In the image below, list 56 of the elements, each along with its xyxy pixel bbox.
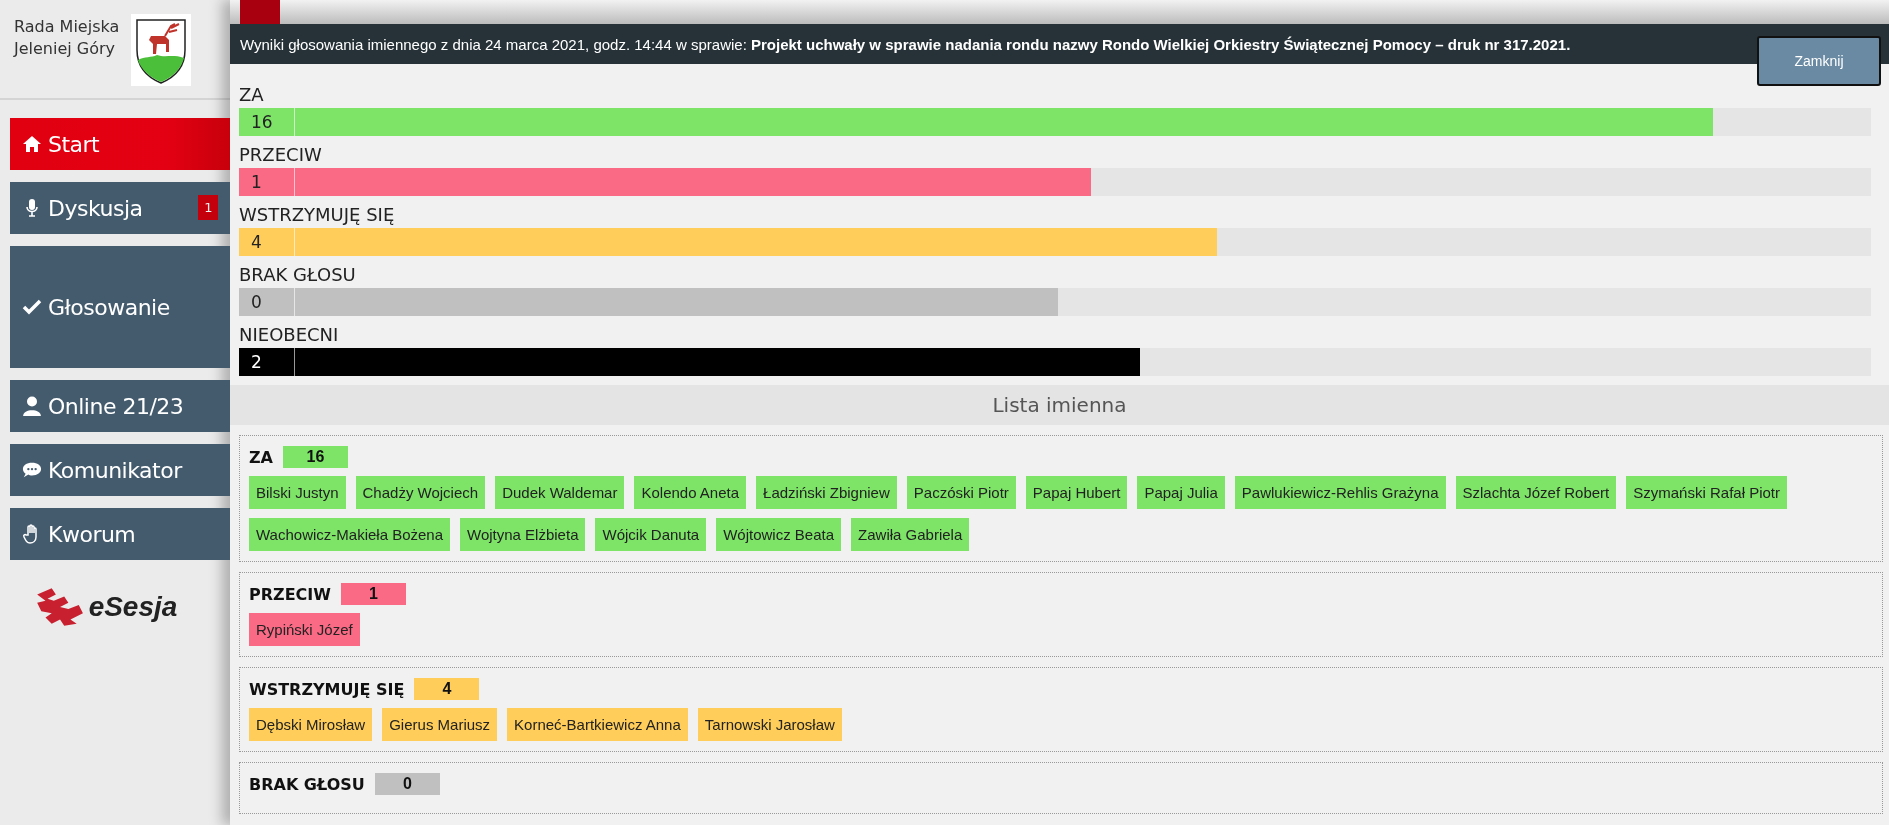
- member-name: Zawiła Gabriela: [851, 518, 970, 551]
- member-name: Dudek Waldemar: [495, 476, 625, 509]
- result-label: WSTRZYMUJĘ SIĘ: [239, 203, 396, 227]
- result-count: 1: [239, 168, 295, 196]
- member-name: Papaj Hubert: [1025, 476, 1128, 509]
- group-count: 4: [414, 678, 480, 700]
- member-name: Kolendo Aneta: [634, 476, 747, 509]
- result-count: 4: [239, 228, 295, 256]
- result-label: ZA: [239, 83, 265, 107]
- speech-bubble-icon: [22, 460, 42, 480]
- member-name: Szlachta Józef Robert: [1455, 476, 1617, 509]
- result-label: NIEOBECNI: [239, 323, 340, 347]
- group-count: 1: [340, 583, 406, 605]
- member-name: Rypiński Józef: [249, 613, 360, 646]
- result-count: 16: [239, 108, 295, 136]
- group-label: BRAK GŁOSU: [249, 774, 365, 794]
- result-label: BRAK GŁOSU: [239, 263, 357, 287]
- member-name: Wachowicz-Makieła Bożena: [249, 518, 451, 551]
- member-name: Gierus Mariusz: [382, 708, 498, 741]
- nav-item[interactable]: Online 21/23: [10, 380, 230, 432]
- member-name: Wojtyna Elżbieta: [460, 518, 586, 551]
- user-icon: [22, 396, 42, 416]
- member-name: Paczóski Piotr: [906, 476, 1016, 509]
- member-name: Chadży Wojciech: [355, 476, 486, 509]
- nav-item[interactable]: Kworum: [10, 508, 230, 560]
- group-count: 16: [283, 446, 348, 468]
- nav-item[interactable]: Głosowanie: [10, 246, 230, 368]
- brand-name: eSesja: [88, 591, 178, 623]
- member-name: Papaj Julia: [1137, 476, 1225, 509]
- member-name: Bilski Justyn: [249, 476, 346, 509]
- member-name: Szymański Rafał Piotr: [1626, 476, 1787, 509]
- result-count: 0: [239, 288, 295, 316]
- result-count: 2: [239, 348, 295, 376]
- group-label: ZA: [249, 447, 273, 467]
- count-badge: 1: [198, 195, 218, 220]
- nav-item[interactable]: Komunikator: [10, 444, 230, 496]
- nav-item[interactable]: Start: [10, 118, 230, 170]
- modal-title: Wyniki głosowania imiennego z dnia 24 marca 2021, godz. 14:44 w sprawie: Projekt uchwały w sprawie nadania rondu nazwy Rondo Wielkiej Orkiestry Świątecznej Pomocy – druk nr 317.2021.: [240, 35, 1571, 53]
- home-icon: [22, 134, 42, 154]
- section-title: Lista imienna: [230, 385, 1889, 425]
- member-name: Ładziński Zbigniew: [756, 476, 897, 509]
- member-name: Korneć-Bartkiewicz Anna: [507, 708, 688, 741]
- nav-item[interactable]: Dyskusja 1: [10, 182, 230, 234]
- member-name: Pawlukiewicz-Rehlis Grażyna: [1234, 476, 1446, 509]
- council-name: Rada Miejska Jeleniej Góry: [14, 16, 120, 60]
- member-name: Tarnowski Jarosław: [697, 708, 842, 741]
- shield-crest-icon: [130, 14, 192, 86]
- check-icon: [22, 297, 42, 317]
- member-name: Wójtowicz Beata: [716, 518, 842, 551]
- group-count: 0: [374, 773, 440, 795]
- close-button[interactable]: Zamknij: [1757, 36, 1881, 86]
- group-label: WSTRZYMUJĘ SIĘ: [249, 679, 405, 699]
- result-label: PRZECIW: [239, 143, 323, 167]
- member-name: Dębski Mirosław: [249, 708, 373, 741]
- member-name: Wójcik Danuta: [595, 518, 707, 551]
- group-label: PRZECIW: [249, 584, 331, 604]
